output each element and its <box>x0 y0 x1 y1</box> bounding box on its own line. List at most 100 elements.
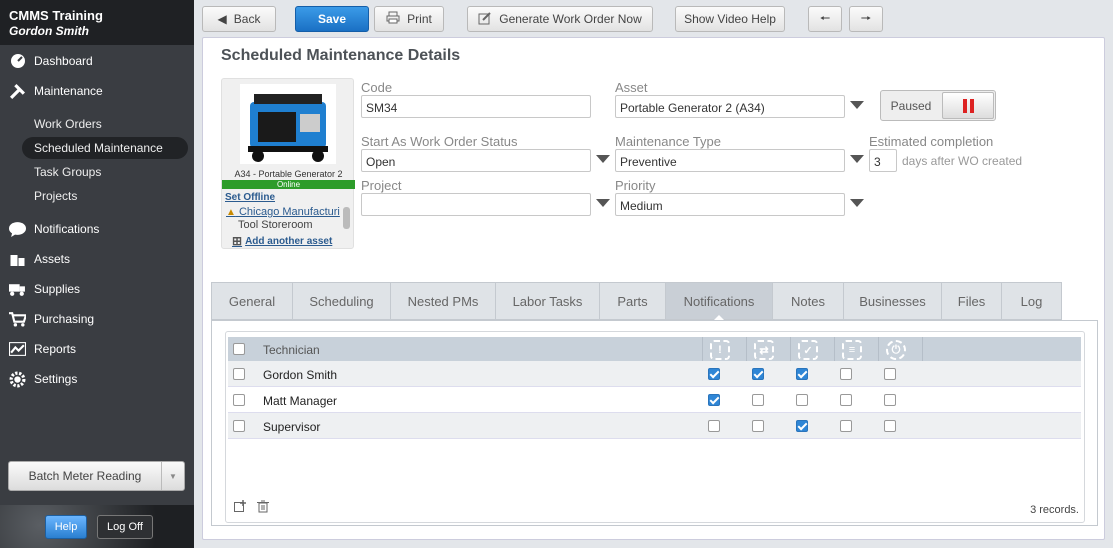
nav-assets[interactable]: Assets <box>0 246 194 272</box>
print-button[interactable]: Print <box>374 6 444 32</box>
pause-icon[interactable] <box>942 92 994 119</box>
estimated-days-input[interactable]: 3 <box>869 149 897 172</box>
technician-name: Matt Manager <box>263 394 338 408</box>
location-icon: ▲ <box>226 207 236 218</box>
back-button[interactable]: ◀ Back <box>202 6 276 32</box>
table-row[interactable]: Supervisor <box>228 413 1081 439</box>
nav-label: Reports <box>34 342 77 356</box>
row-select-checkbox[interactable] <box>233 420 245 432</box>
nav-supplies[interactable]: Supplies <box>0 276 194 302</box>
notify-status-checkbox[interactable] <box>752 420 764 432</box>
tab-parts[interactable]: Parts <box>600 282 666 320</box>
nav-label: Maintenance <box>34 84 103 98</box>
nav-label: Supplies <box>34 282 81 296</box>
chevron-down-icon[interactable] <box>596 155 610 163</box>
task-list-icon[interactable]: ≡ <box>842 340 862 360</box>
notify-completed-checkbox[interactable] <box>796 420 808 432</box>
show-video-help-button[interactable]: Show Video Help <box>675 6 785 32</box>
tab-notifications[interactable]: Notifications <box>666 282 773 320</box>
add-row-icon[interactable] <box>234 500 247 516</box>
chevron-down-icon[interactable] <box>850 155 864 163</box>
tools-icon <box>9 83 26 99</box>
trash-icon[interactable] <box>257 500 269 516</box>
row-select-checkbox[interactable] <box>233 368 245 380</box>
wo-status-select[interactable]: Open <box>361 149 591 172</box>
tab-labor-tasks[interactable]: Labor Tasks <box>496 282 600 320</box>
nav-reports[interactable]: Reports <box>0 336 194 362</box>
completed-icon[interactable]: ✓ <box>798 340 818 360</box>
notify-power-checkbox[interactable] <box>884 394 896 406</box>
notify-completed-checkbox[interactable] <box>796 394 808 406</box>
sidebar: CMMS Training Gordon Smith Dashboard Mai… <box>0 0 194 548</box>
nav-purchasing[interactable]: Purchasing <box>0 306 194 332</box>
notify-completed-checkbox[interactable] <box>796 368 808 380</box>
nav-settings[interactable]: Settings <box>0 366 194 392</box>
tab-files[interactable]: Files <box>942 282 1002 320</box>
notify-status-checkbox[interactable] <box>752 368 764 380</box>
power-icon[interactable]: ⏻ <box>886 340 906 360</box>
table-row[interactable]: Matt Manager <box>228 387 1081 413</box>
location-link[interactable]: ▲ Chicago Manufacturi <box>226 206 342 218</box>
save-button[interactable]: Save <box>295 6 369 32</box>
notify-status-checkbox[interactable] <box>752 394 764 406</box>
notify-power-checkbox[interactable] <box>884 368 896 380</box>
maintenance-type-select[interactable]: Preventive <box>615 149 845 172</box>
asset-list-scrollbar[interactable] <box>343 207 350 229</box>
app-name: CMMS Training <box>9 8 103 23</box>
notify-alert-checkbox[interactable] <box>708 420 720 432</box>
tab-notes[interactable]: Notes <box>773 282 844 320</box>
row-select-checkbox[interactable] <box>233 394 245 406</box>
tab-nested-pms[interactable]: Nested PMs <box>391 282 496 320</box>
next-record-button[interactable]: 🠖 <box>849 6 883 32</box>
tab-businesses[interactable]: Businesses <box>844 282 942 320</box>
project-label: Project <box>361 178 402 193</box>
paused-label: Paused <box>890 98 932 113</box>
set-offline-link[interactable]: Set Offline <box>225 192 275 203</box>
asset-select[interactable]: Portable Generator 2 (A34) <box>615 95 845 118</box>
asset-status-badge: Online <box>222 180 355 189</box>
chevron-down-icon[interactable] <box>850 199 864 207</box>
subnav-projects[interactable]: Projects <box>22 185 188 207</box>
table-row[interactable]: Gordon Smith <box>228 361 1081 387</box>
notify-tasks-checkbox[interactable] <box>840 394 852 406</box>
nav-maintenance[interactable]: Maintenance <box>0 78 194 104</box>
details-panel: Scheduled Maintenance Details A34 - Port… <box>202 37 1105 540</box>
help-button[interactable]: Help <box>45 515 87 539</box>
add-asset-label: Add another asset <box>245 235 333 247</box>
log-off-button[interactable]: Log Off <box>97 515 153 539</box>
nav-notifications[interactable]: Notifications <box>0 216 194 242</box>
location-label: Chicago Manufacturi <box>238 206 340 218</box>
tab-general[interactable]: General <box>211 282 293 320</box>
add-icon: ⊞ <box>232 234 243 248</box>
notify-tasks-checkbox[interactable] <box>840 368 852 380</box>
notify-alert-checkbox[interactable] <box>708 394 720 406</box>
previous-record-button[interactable]: 🠔 <box>808 6 842 32</box>
batch-meter-reading-button[interactable]: Batch Meter Reading ▼ <box>8 461 185 491</box>
tab-scheduling[interactable]: Scheduling <box>293 282 391 320</box>
chevron-down-icon[interactable] <box>850 101 864 109</box>
generate-work-order-button[interactable]: Generate Work Order Now <box>467 6 653 32</box>
status-change-icon[interactable]: ⇄ <box>754 340 774 360</box>
project-select[interactable] <box>361 193 591 216</box>
priority-select[interactable]: Medium <box>615 193 845 216</box>
add-asset-link[interactable]: ⊞ Add another asset <box>232 234 332 248</box>
boxes-icon <box>9 251 26 267</box>
chevron-down-icon[interactable] <box>596 199 610 207</box>
nav-dashboard[interactable]: Dashboard <box>0 48 194 74</box>
code-field[interactable]: SM34 <box>361 95 591 118</box>
select-all-checkbox[interactable] <box>233 343 245 355</box>
subnav-scheduled-maintenance[interactable]: Scheduled Maintenance <box>22 137 188 159</box>
nav-label: Purchasing <box>34 312 95 326</box>
subnav-work-orders[interactable]: Work Orders <box>22 113 188 135</box>
sublocation: Tool Storeroom <box>238 219 313 231</box>
grid-header: Technician ! ⇄ ✓ ≡ ⏻ <box>228 337 1081 361</box>
chevron-down-icon[interactable]: ▼ <box>162 462 184 490</box>
pause-toggle[interactable]: Paused <box>880 90 996 121</box>
subnav-task-groups[interactable]: Task Groups <box>22 161 188 183</box>
alert-icon[interactable]: ! <box>710 340 730 360</box>
subnav-label: Work Orders <box>34 117 102 131</box>
notify-tasks-checkbox[interactable] <box>840 420 852 432</box>
notify-power-checkbox[interactable] <box>884 420 896 432</box>
tab-log[interactable]: Log <box>1002 282 1062 320</box>
notify-alert-checkbox[interactable] <box>708 368 720 380</box>
